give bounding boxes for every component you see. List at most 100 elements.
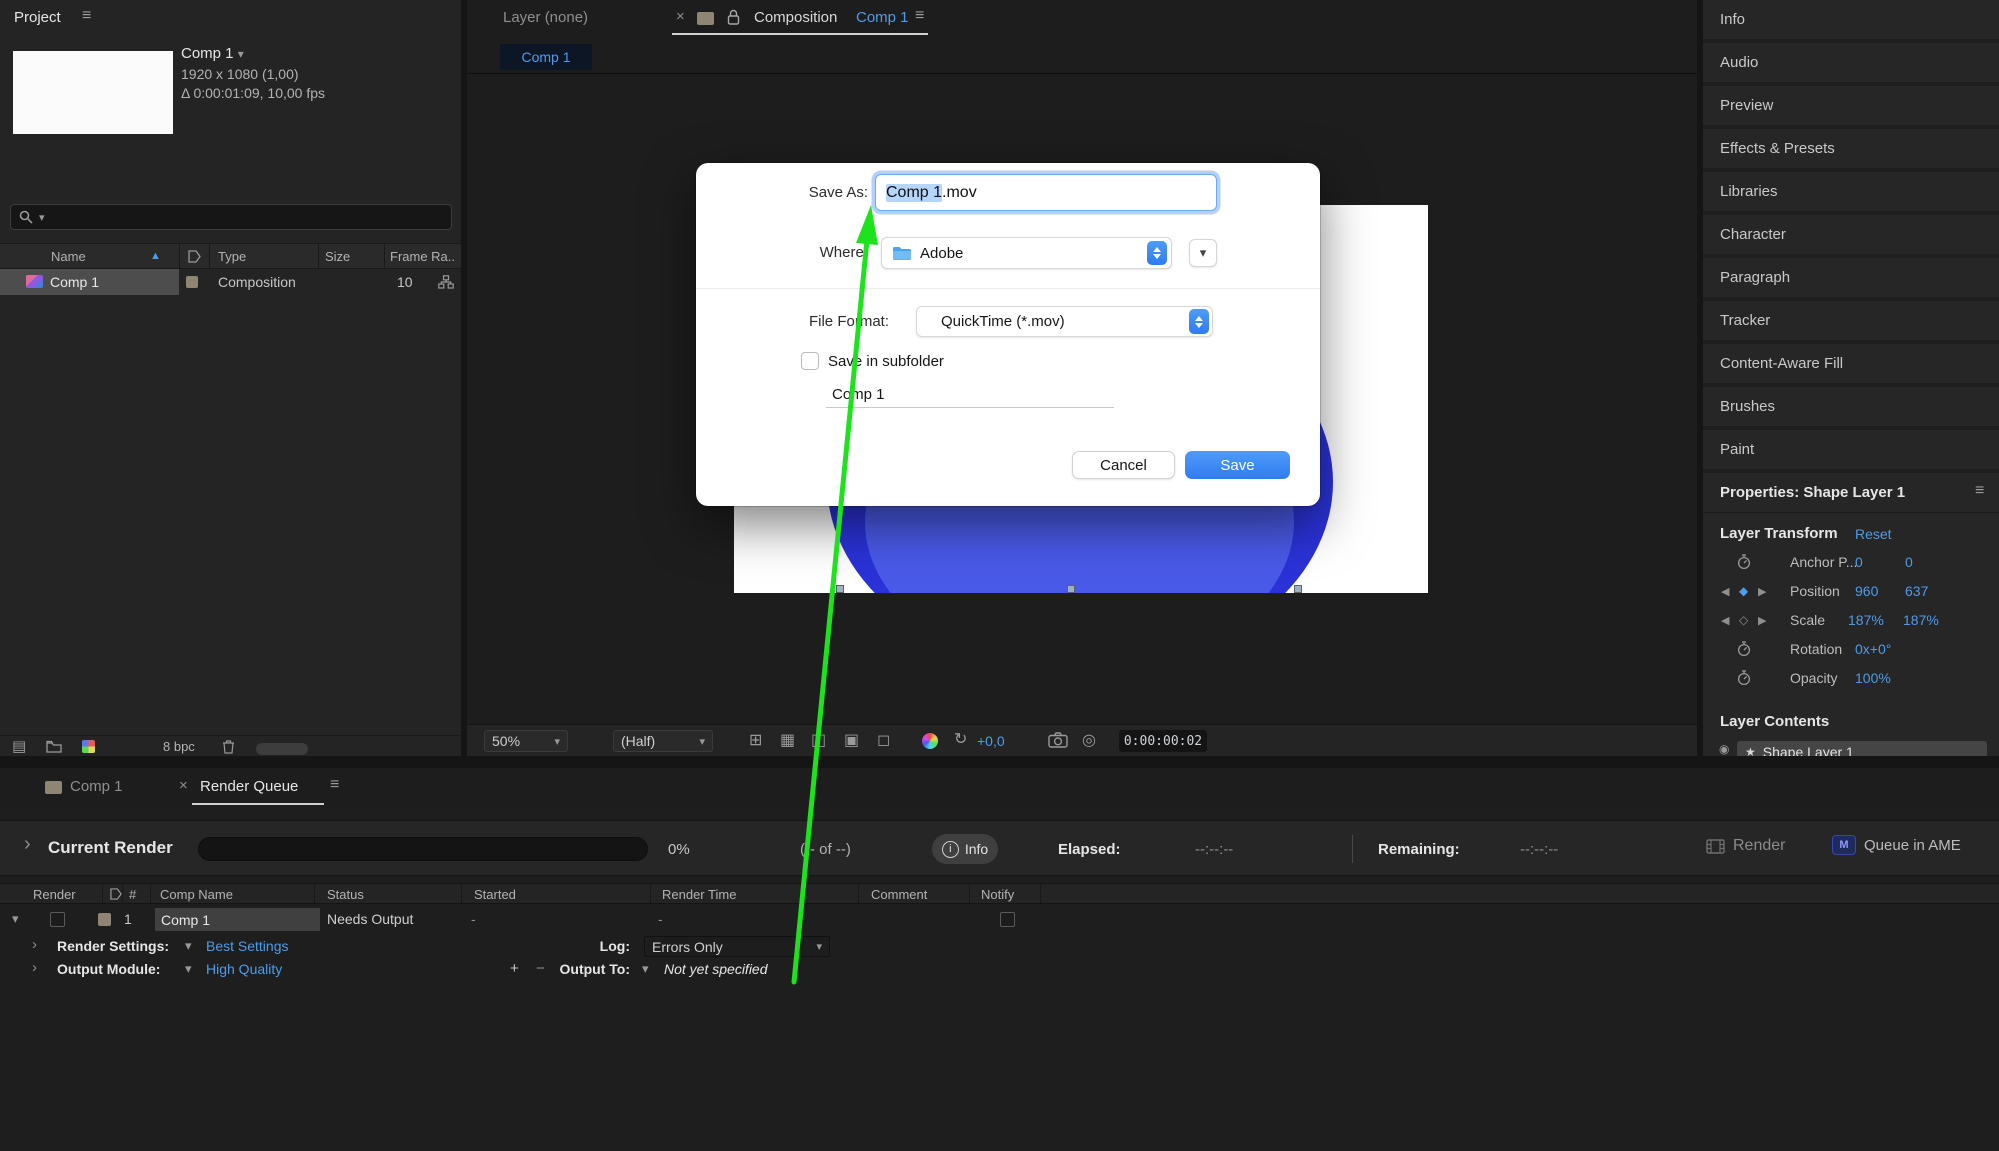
- item-name[interactable]: Comp 1: [50, 274, 99, 290]
- sidebar-item-tracker[interactable]: Tracker: [1703, 301, 1999, 340]
- col-started[interactable]: Started: [474, 887, 516, 902]
- expander-icon[interactable]: ›: [24, 833, 31, 856]
- resolution-dropdown[interactable]: (Half) ▾: [613, 730, 713, 752]
- selection-handle[interactable]: [1294, 585, 1302, 593]
- choose-grid-icon[interactable]: ⊞: [749, 730, 762, 750]
- cancel-button[interactable]: Cancel: [1072, 451, 1175, 479]
- item-label-color-chip[interactable]: [186, 276, 198, 288]
- refresh-icon[interactable]: ↻: [954, 729, 967, 749]
- shape-layer-name[interactable]: Shape Layer 1: [1763, 744, 1854, 756]
- shape-layer-row[interactable]: ◉ ★ Shape Layer 1: [1703, 740, 1999, 756]
- selected-comp-cell[interactable]: Comp 1: [155, 908, 320, 931]
- list-view-icon[interactable]: ▤: [12, 737, 26, 755]
- opacity-value[interactable]: 100%: [1855, 670, 1891, 686]
- stopwatch-icon[interactable]: [1737, 670, 1751, 686]
- render-checkbox[interactable]: [50, 912, 65, 927]
- horizontal-panel-divider[interactable]: [0, 756, 1999, 768]
- col-frame-rate[interactable]: Frame Ra..: [390, 249, 455, 264]
- expander-icon[interactable]: ›: [32, 959, 37, 976]
- notify-checkbox[interactable]: [1000, 912, 1015, 927]
- keyframe-next-icon[interactable]: ▶: [1758, 614, 1766, 627]
- sidebar-item-effects-presets[interactable]: Effects & Presets: [1703, 129, 1999, 168]
- info-button[interactable]: i Info: [932, 834, 998, 864]
- sidebar-item-character[interactable]: Character: [1703, 215, 1999, 254]
- comp-dropdown-icon[interactable]: ▾: [238, 47, 244, 61]
- label-color-column-icon[interactable]: [188, 250, 201, 263]
- queue-in-ame-button[interactable]: M Queue in AME: [1832, 835, 1961, 855]
- selected-comp-name[interactable]: Comp 1: [181, 45, 234, 62]
- col-notify[interactable]: Notify: [981, 887, 1014, 902]
- selection-handle[interactable]: [836, 585, 844, 593]
- comp-navigator-chip[interactable]: Comp 1: [500, 44, 592, 70]
- tab-composition-prefix[interactable]: Composition: [754, 9, 837, 26]
- output-module-value[interactable]: High Quality: [206, 961, 282, 977]
- col-render[interactable]: Render: [33, 887, 76, 902]
- scale-x-value[interactable]: 187%: [1848, 612, 1884, 628]
- exposure-value[interactable]: +0,0: [977, 733, 1005, 749]
- sidebar-item-content-aware-fill[interactable]: Content-Aware Fill: [1703, 344, 1999, 383]
- file-format-dropdown[interactable]: QuickTime (*.mov): [916, 306, 1213, 337]
- bit-depth-indicator[interactable]: 8 bpc: [163, 739, 195, 754]
- project-search-input[interactable]: ▾: [10, 204, 452, 230]
- properties-menu-icon[interactable]: ≡: [1975, 482, 1984, 500]
- zoom-dropdown[interactable]: 50% ▾: [484, 730, 568, 752]
- visibility-icon[interactable]: ◉: [1719, 742, 1729, 756]
- project-tab[interactable]: Project: [14, 9, 61, 26]
- col-type[interactable]: Type: [218, 249, 246, 264]
- properties-title[interactable]: Properties: Shape Layer 1: [1720, 484, 1905, 501]
- label-color-column-icon[interactable]: [110, 888, 122, 900]
- footer-scrubber[interactable]: [256, 743, 308, 755]
- col-render-time[interactable]: Render Time: [662, 887, 736, 902]
- sidebar-item-audio[interactable]: Audio: [1703, 43, 1999, 82]
- remove-output-module-icon[interactable]: −: [536, 960, 545, 977]
- trash-icon[interactable]: [222, 739, 235, 754]
- close-tab-icon[interactable]: ×: [179, 777, 188, 794]
- where-dropdown[interactable]: Adobe: [881, 237, 1172, 269]
- expander-down-icon[interactable]: ▾: [12, 911, 19, 927]
- sidebar-item-brushes[interactable]: Brushes: [1703, 387, 1999, 426]
- selection-handle[interactable]: [1067, 585, 1075, 593]
- keyframe-prev-icon[interactable]: ◀: [1721, 614, 1729, 627]
- project-settings-color-icon[interactable]: [82, 740, 95, 753]
- filename-input[interactable]: Comp 1.mov: [875, 174, 1217, 211]
- position-x-value[interactable]: 960: [1855, 583, 1878, 599]
- viewer-panel-menu-icon[interactable]: ≡: [915, 7, 924, 25]
- show-snapshot-icon[interactable]: ◎: [1082, 730, 1096, 750]
- log-dropdown[interactable]: Errors Only ▾: [644, 936, 830, 957]
- project-panel-menu-icon[interactable]: ≡: [82, 7, 91, 25]
- sidebar-item-info[interactable]: Info: [1703, 0, 1999, 39]
- new-folder-icon[interactable]: [46, 740, 62, 753]
- col-comment[interactable]: Comment: [871, 887, 927, 902]
- col-comp-name[interactable]: Comp Name: [160, 887, 233, 902]
- queue-item-row[interactable]: ▾ 1 Comp 1 Needs Output - -: [0, 907, 1999, 932]
- save-button[interactable]: Save: [1185, 451, 1290, 479]
- item-label-color-chip[interactable]: [98, 913, 111, 926]
- reset-link[interactable]: Reset: [1855, 526, 1892, 542]
- guides-icon[interactable]: ◻: [877, 730, 890, 750]
- render-button[interactable]: Render: [1706, 837, 1785, 855]
- search-options-icon[interactable]: ▾: [39, 211, 45, 224]
- expander-icon[interactable]: ›: [32, 936, 37, 953]
- chevron-down-icon[interactable]: ▾: [185, 961, 192, 977]
- anchor-y-value[interactable]: 0: [1905, 554, 1913, 570]
- render-queue-menu-icon[interactable]: ≡: [330, 776, 339, 794]
- tab-comp-1[interactable]: Comp 1: [70, 778, 123, 795]
- keyframe-prev-icon[interactable]: ◀: [1721, 585, 1729, 598]
- project-item-row[interactable]: Comp 1 Composition 10: [0, 269, 461, 295]
- toggle-mask-icon[interactable]: ◫: [811, 730, 826, 750]
- render-settings-value[interactable]: Best Settings: [206, 938, 289, 954]
- keyframe-active-icon[interactable]: ◆: [1739, 584, 1748, 598]
- save-in-subfolder-checkbox[interactable]: [801, 352, 819, 370]
- subfolder-name-input[interactable]: Comp 1: [826, 382, 1114, 408]
- tab-composition-name[interactable]: Comp 1: [856, 9, 909, 26]
- col-size[interactable]: Size: [325, 249, 350, 264]
- sidebar-item-libraries[interactable]: Libraries: [1703, 172, 1999, 211]
- sidebar-item-paint[interactable]: Paint: [1703, 430, 1999, 469]
- keyframe-next-icon[interactable]: ▶: [1758, 585, 1766, 598]
- tab-render-queue[interactable]: Render Queue: [200, 778, 298, 795]
- lock-icon[interactable]: [727, 9, 740, 25]
- add-output-module-icon[interactable]: +: [510, 960, 519, 977]
- sidebar-item-preview[interactable]: Preview: [1703, 86, 1999, 125]
- scale-y-value[interactable]: 187%: [1903, 612, 1939, 628]
- col-name[interactable]: Name: [51, 249, 86, 264]
